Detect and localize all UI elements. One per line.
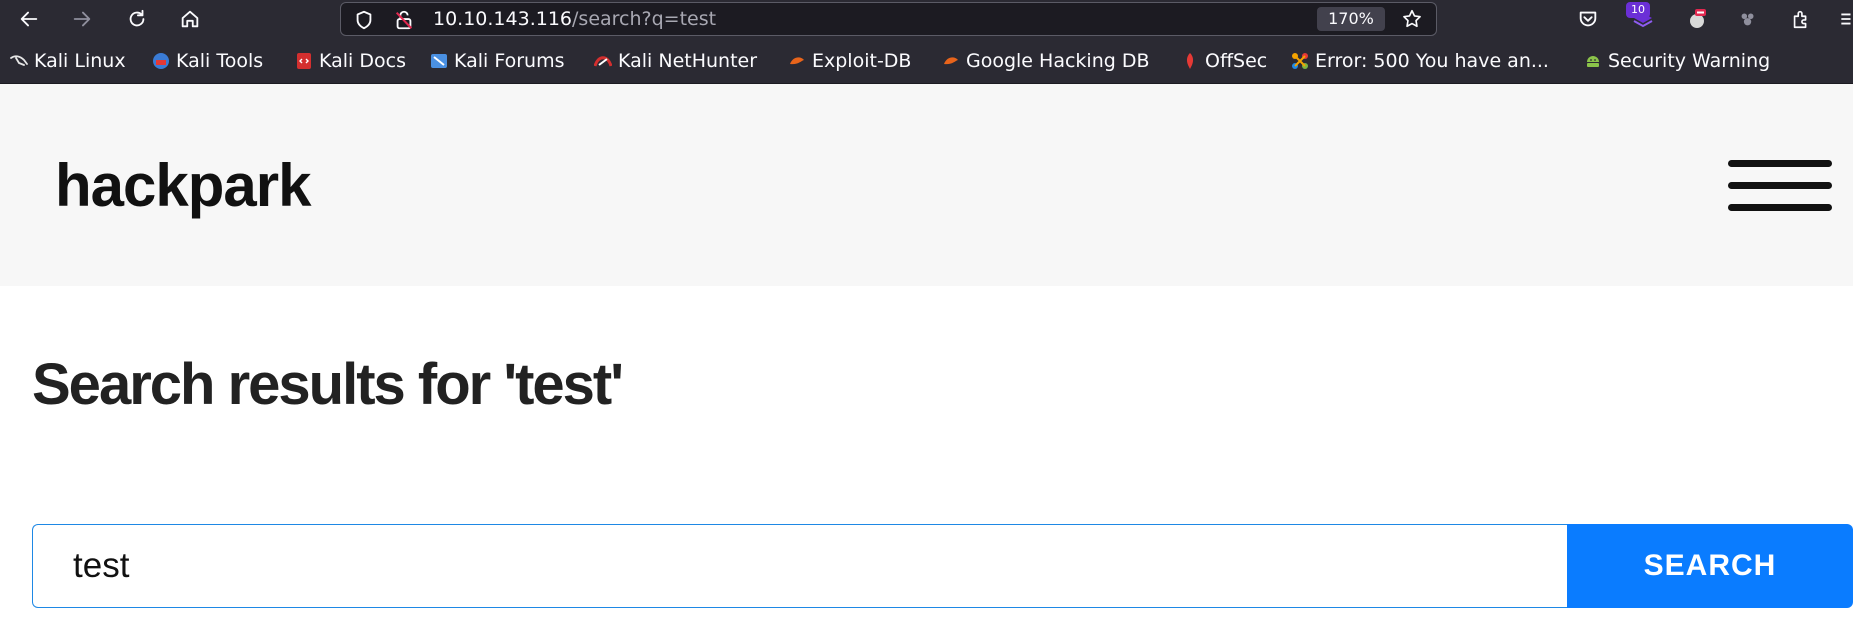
site-header: hackpark — [0, 84, 1853, 286]
bookmark-star-icon[interactable] — [1401, 8, 1423, 30]
reload-icon — [129, 9, 145, 27]
forward-arrow-icon — [73, 11, 91, 27]
bookmark-label: OffSec — [1205, 50, 1268, 72]
site-brand[interactable]: hackpark — [55, 150, 311, 222]
zoom-level[interactable]: 170% — [1317, 7, 1385, 31]
bookmark-security-warning[interactable]: Security Warning — [1584, 38, 1770, 84]
kali-forums-icon — [431, 54, 447, 68]
url-path: /search?q=test — [572, 8, 717, 30]
ghdb-icon — [944, 57, 958, 65]
bookmark-kali-forums[interactable]: Kali Forums — [430, 38, 565, 84]
bookmark-kali-nethunter[interactable]: Kali NetHunter — [594, 38, 757, 84]
bookmark-kali-tools[interactable]: Kali Tools — [152, 38, 263, 84]
android-icon — [1587, 56, 1599, 67]
search-input[interactable] — [32, 524, 1568, 608]
offsec-icon — [1186, 53, 1194, 69]
home-icon — [181, 10, 199, 28]
bookmark-label: Security Warning — [1608, 50, 1771, 72]
bookmark-offsec[interactable]: OffSec — [1181, 38, 1267, 84]
bookmark-kali-linux[interactable]: Kali Linux — [10, 38, 126, 84]
bookmark-label: Google Hacking DB — [966, 50, 1150, 72]
exploit-db-icon — [790, 57, 804, 65]
bookmark-label: Kali Tools — [176, 50, 264, 72]
forward-button[interactable] — [67, 4, 97, 34]
back-arrow-icon — [20, 11, 38, 27]
pocket-icon[interactable] — [1573, 4, 1603, 34]
joomla-icon — [1292, 53, 1308, 69]
bookmark-exploit-db[interactable]: Exploit-DB — [788, 38, 911, 84]
url-bar[interactable]: 10.10.143.116/search?q=test 170% — [340, 2, 1437, 36]
extensions-button-icon[interactable] — [1786, 4, 1816, 34]
insecure-lock-icon[interactable] — [393, 9, 415, 31]
shield-icon[interactable] — [353, 9, 375, 31]
back-button[interactable] — [14, 4, 44, 34]
nethunter-icon — [594, 56, 612, 67]
extension-puzzle-icon[interactable] — [1733, 4, 1763, 34]
search-button[interactable]: SEARCH — [1567, 524, 1853, 608]
url-host: 10.10.143.116 — [433, 8, 573, 30]
kali-tools-icon — [153, 53, 169, 69]
bookmark-label: Exploit-DB — [812, 50, 912, 72]
page-title: Search results for 'test' — [32, 352, 624, 417]
bookmark-kali-docs[interactable]: Kali Docs — [295, 38, 406, 84]
extension-count-badge: 10 — [1626, 2, 1650, 18]
bookmark-label: Kali Docs — [319, 50, 406, 72]
reload-button[interactable] — [122, 4, 152, 34]
bookmark-google-hacking-db[interactable]: Google Hacking DB — [942, 38, 1150, 84]
url-text[interactable]: 10.10.143.116/search?q=test — [433, 3, 716, 35]
kali-docs-icon — [297, 53, 311, 69]
bookmark-label: Error: 500 You have an... — [1315, 50, 1549, 72]
browser-toolbar: 10.10.143.116/search?q=test 170% 10 — [0, 0, 1853, 38]
hamburger-menu-icon[interactable] — [1728, 160, 1832, 212]
bookmark-label: Kali NetHunter — [618, 50, 758, 72]
bookmark-label: Kali Linux — [34, 50, 126, 72]
extension-cookie-icon[interactable] — [1682, 4, 1712, 34]
app-menu-icon[interactable] — [1836, 4, 1853, 34]
bookmark-label: Kali Forums — [454, 50, 565, 72]
home-button[interactable] — [175, 4, 205, 34]
search-form: SEARCH — [32, 524, 1853, 608]
bookmarks-bar: Kali Linux Kali Tools Kali Docs Kali For… — [0, 38, 1853, 84]
bookmark-error-500[interactable]: Error: 500 You have an... — [1291, 38, 1549, 84]
kali-dragon-icon — [10, 55, 28, 66]
